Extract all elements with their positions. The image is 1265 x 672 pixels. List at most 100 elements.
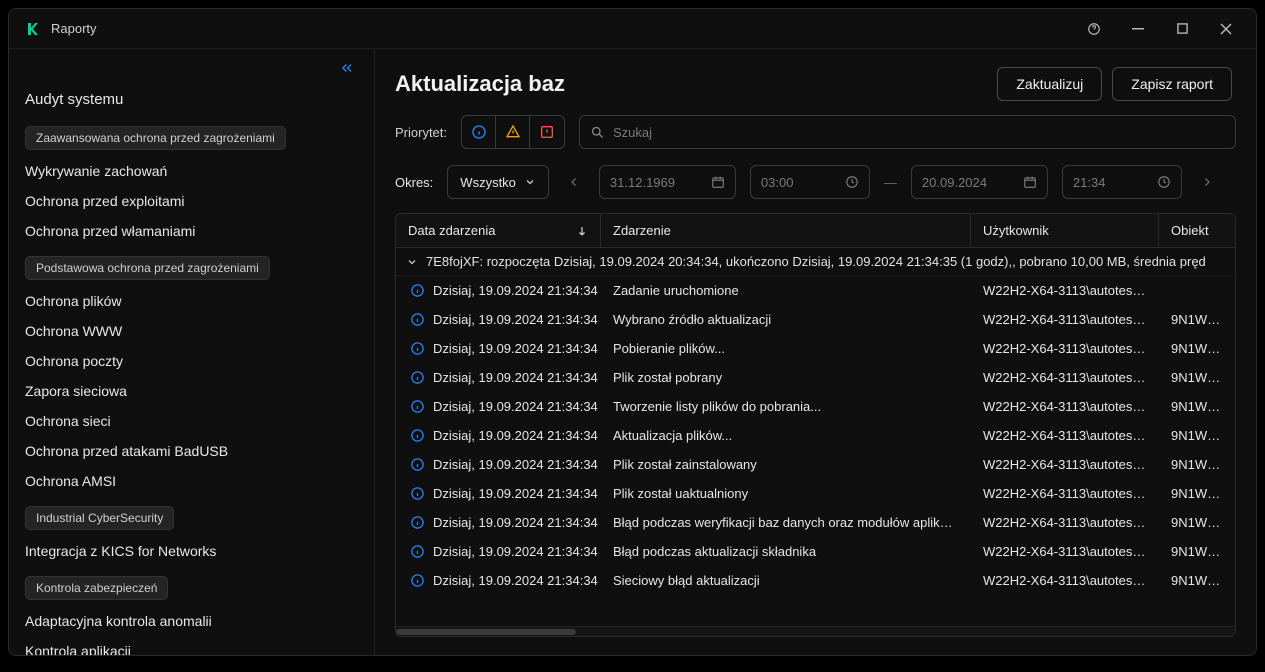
- sidebar-item-audit[interactable]: Audyt systemu: [25, 83, 358, 116]
- table-row[interactable]: Dzisiaj, 19.09.2024 21:34:34Błąd podczas…: [396, 508, 1235, 537]
- info-icon: [410, 399, 425, 414]
- app-title: Raporty: [51, 21, 1072, 36]
- search-icon: [590, 125, 605, 140]
- sidebar-item[interactable]: Ochrona WWW: [25, 316, 358, 346]
- group-row[interactable]: 7E8fojXF: rozpoczęta Dzisiaj, 19.09.2024…: [396, 248, 1235, 276]
- period-prev-button[interactable]: [563, 171, 585, 193]
- maximize-button[interactable]: [1160, 9, 1204, 49]
- col-header-date[interactable]: Data zdarzenia: [396, 214, 601, 247]
- cell-object: 9N1W5P: [1159, 571, 1235, 590]
- priority-info-toggle[interactable]: [462, 116, 496, 148]
- close-button[interactable]: [1204, 9, 1248, 49]
- sidebar-item[interactable]: Ochrona przed atakami BadUSB: [25, 436, 358, 466]
- date-from-input[interactable]: 31.12.1969: [599, 165, 736, 199]
- table-row[interactable]: Dzisiaj, 19.09.2024 21:34:34Plik został …: [396, 363, 1235, 392]
- table-row[interactable]: Dzisiaj, 19.09.2024 21:34:34Zadanie uruc…: [396, 276, 1235, 305]
- search-input[interactable]: [613, 125, 1225, 140]
- cell-object: 9N1W5P: [1159, 368, 1235, 387]
- sidebar-item[interactable]: Adaptacyjna kontrola anomalii: [25, 606, 358, 636]
- app-logo-icon: [25, 21, 41, 37]
- cell-user: W22H2-X64-3113\autotester: [971, 426, 1159, 445]
- cell-object: 9N1W5P: [1159, 484, 1235, 503]
- sidebar-group-header: Kontrola zabezpieczeń: [25, 576, 168, 600]
- priority-warning-toggle[interactable]: [496, 116, 530, 148]
- cell-date: Dzisiaj, 19.09.2024 21:34:34: [433, 341, 598, 356]
- priority-critical-toggle[interactable]: [530, 116, 564, 148]
- cell-user: W22H2-X64-3113\autotester: [971, 513, 1159, 532]
- cell-user: W22H2-X64-3113\autotester: [971, 339, 1159, 358]
- table-row[interactable]: Dzisiaj, 19.09.2024 21:34:34Błąd podczas…: [396, 537, 1235, 566]
- time-to-input[interactable]: 21:34: [1062, 165, 1182, 199]
- table-row[interactable]: Dzisiaj, 19.09.2024 21:34:34Plik został …: [396, 479, 1235, 508]
- collapse-sidebar-button[interactable]: [334, 57, 360, 79]
- sidebar-item[interactable]: Ochrona przed włamaniami: [25, 216, 358, 246]
- sidebar-item[interactable]: Wykrywanie zachowań: [25, 156, 358, 186]
- cell-date: Dzisiaj, 19.09.2024 21:34:34: [433, 573, 598, 588]
- date-from-value: 31.12.1969: [610, 175, 675, 190]
- main-header: Aktualizacja baz Zaktualizuj Zapisz rapo…: [375, 49, 1256, 115]
- cell-object: 9N1W5P: [1159, 397, 1235, 416]
- sidebar-item[interactable]: Ochrona plików: [25, 286, 358, 316]
- sidebar-item[interactable]: Kontrola aplikacji: [25, 636, 358, 655]
- cell-date: Dzisiaj, 19.09.2024 21:34:34: [433, 544, 598, 559]
- cell-user: W22H2-X64-3113\autotester: [971, 310, 1159, 329]
- cell-event: Błąd podczas aktualizacji składnika: [601, 542, 971, 561]
- cell-object: 9N1W5P: [1159, 455, 1235, 474]
- cell-date: Dzisiaj, 19.09.2024 21:34:34: [433, 515, 598, 530]
- sidebar-item[interactable]: Ochrona AMSI: [25, 466, 358, 496]
- cell-object: 9N1W5P: [1159, 339, 1235, 358]
- period-row: Okres: Wszystko 31.12.1969: [375, 161, 1256, 213]
- col-header-event[interactable]: Zdarzenie: [601, 214, 971, 247]
- period-select[interactable]: Wszystko: [447, 165, 549, 199]
- save-report-button[interactable]: Zapisz raport: [1112, 67, 1232, 101]
- sidebar-item[interactable]: Ochrona sieci: [25, 406, 358, 436]
- info-icon: [410, 283, 425, 298]
- calendar-icon: [1023, 175, 1037, 189]
- cell-date: Dzisiaj, 19.09.2024 21:34:34: [433, 457, 598, 472]
- sidebar-item[interactable]: Ochrona poczty: [25, 346, 358, 376]
- help-button[interactable]: [1072, 9, 1116, 49]
- sidebar-item[interactable]: Zapora sieciowa: [25, 376, 358, 406]
- main-panel: Aktualizacja baz Zaktualizuj Zapisz rapo…: [375, 49, 1256, 655]
- horizontal-scrollbar[interactable]: [396, 626, 1235, 636]
- table-row[interactable]: Dzisiaj, 19.09.2024 21:34:34Sieciowy błą…: [396, 566, 1235, 595]
- sidebar-group-header: Industrial CyberSecurity: [25, 506, 174, 530]
- table-row[interactable]: Dzisiaj, 19.09.2024 21:34:34Wybrano źród…: [396, 305, 1235, 334]
- cell-event: Błąd podczas weryfikacji baz danych oraz…: [601, 513, 971, 532]
- minimize-button[interactable]: [1116, 9, 1160, 49]
- cell-user: W22H2-X64-3113\autotester: [971, 571, 1159, 590]
- cell-event: Pobieranie plików...: [601, 339, 971, 358]
- date-to-input[interactable]: 20.09.2024: [911, 165, 1048, 199]
- info-icon: [410, 312, 425, 327]
- cell-date: Dzisiaj, 19.09.2024 21:34:34: [433, 399, 598, 414]
- cell-object: 9N1W5P: [1159, 513, 1235, 532]
- cell-event: Zadanie uruchomione: [601, 281, 971, 300]
- info-icon: [410, 341, 425, 356]
- table-row[interactable]: Dzisiaj, 19.09.2024 21:34:34Aktualizacja…: [396, 421, 1235, 450]
- col-header-user[interactable]: Użytkownik: [971, 214, 1159, 247]
- priority-label: Priorytet:: [395, 125, 447, 140]
- table-header-row: Data zdarzenia Zdarzenie Użytkownik Obie…: [396, 214, 1235, 248]
- cell-date: Dzisiaj, 19.09.2024 21:34:34: [433, 283, 598, 298]
- range-separator: —: [884, 175, 897, 190]
- info-icon: [410, 370, 425, 385]
- cell-object: [1159, 281, 1235, 300]
- search-box[interactable]: [579, 115, 1236, 149]
- info-icon: [410, 573, 425, 588]
- info-icon: [410, 544, 425, 559]
- sidebar-item[interactable]: Ochrona przed exploitami: [25, 186, 358, 216]
- update-button[interactable]: Zaktualizuj: [997, 67, 1102, 101]
- time-from-input[interactable]: 03:00: [750, 165, 870, 199]
- table-row[interactable]: Dzisiaj, 19.09.2024 21:34:34Pobieranie p…: [396, 334, 1235, 363]
- table-row[interactable]: Dzisiaj, 19.09.2024 21:34:34Plik został …: [396, 450, 1235, 479]
- period-next-button[interactable]: [1196, 171, 1218, 193]
- cell-object: 9N1W5P: [1159, 542, 1235, 561]
- cell-event: Aktualizacja plików...: [601, 426, 971, 445]
- group-row-text: 7E8fojXF: rozpoczęta Dzisiaj, 19.09.2024…: [426, 254, 1206, 269]
- table-row[interactable]: Dzisiaj, 19.09.2024 21:34:34Tworzenie li…: [396, 392, 1235, 421]
- sort-desc-icon: [576, 225, 588, 237]
- col-header-object[interactable]: Obiekt: [1159, 214, 1235, 247]
- sidebar-item[interactable]: Integracja z KICS for Networks: [25, 536, 358, 566]
- cell-object: 9N1W5P: [1159, 426, 1235, 445]
- events-table: Data zdarzenia Zdarzenie Użytkownik Obie…: [395, 213, 1236, 637]
